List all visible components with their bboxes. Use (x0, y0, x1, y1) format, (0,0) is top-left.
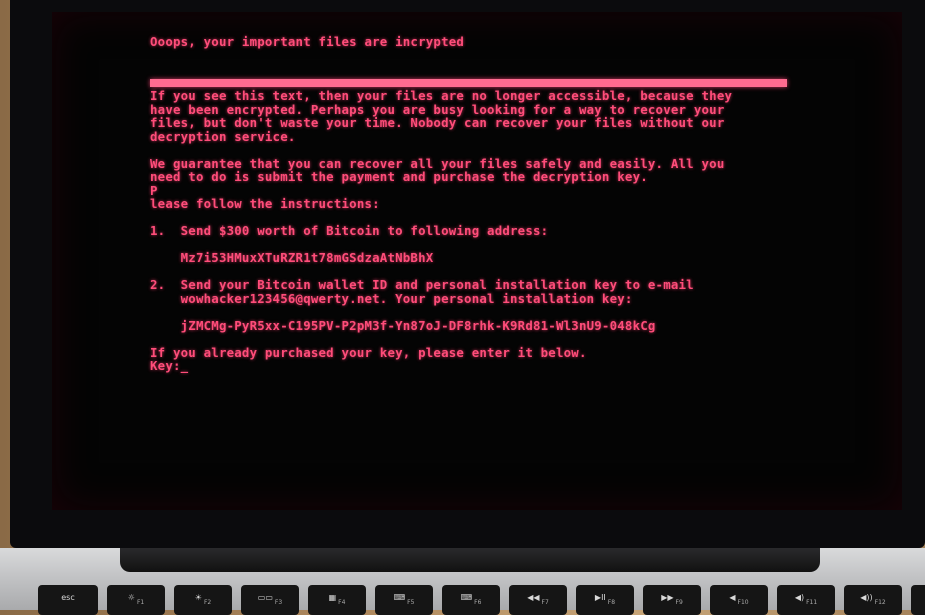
volume-up-key[interactable]: ◀)) F12 (844, 585, 902, 615)
bitcoin-address: Mz7i53HMuxXTuRZR1t78mGSdzaAtNbBhX (150, 250, 434, 265)
power-key[interactable]: ⏻ (911, 585, 925, 615)
mute-key[interactable]: ◀ F10 (710, 585, 768, 615)
paragraph-line: files, but don't waste your time. Nobody… (150, 115, 725, 130)
paragraph-line: decryption service. (150, 128, 296, 144)
esc-key[interactable]: esc (38, 585, 98, 615)
kbd-light-down-key[interactable]: ⌨ F5 (375, 585, 433, 615)
paragraph-line: lease follow the instructions: (150, 196, 380, 211)
mission-control-key[interactable]: ▭▭ F3 (241, 585, 299, 615)
paragraph-line: If you see this text, then your files ar… (150, 88, 733, 103)
text-cursor: _ (180, 358, 189, 373)
paragraph-line: have been encrypted. Perhaps you are bus… (150, 101, 725, 117)
rewind-key[interactable]: ◀◀ F7 (509, 585, 567, 615)
volume-down-key[interactable]: ◀) F11 (777, 585, 835, 615)
brightness-down-key[interactable]: ☼ F1 (107, 585, 165, 615)
ransom-heading: Ooops, your important files are incrypte… (150, 34, 465, 49)
installation-key: jZMCMg-PyR5xx-C195PV-P2pM3f-Yn87oJ-DF8rh… (150, 317, 656, 333)
kbd-light-up-key[interactable]: ⌨ F6 (442, 585, 500, 615)
instruction-step-2: 2. Send your Bitcoin wallet ID and perso… (150, 277, 694, 292)
key-input-line[interactable]: Key:_ (150, 359, 790, 373)
paragraph-line: We guarantee that you can recover all yo… (150, 155, 725, 171)
laptop-hinge (120, 548, 820, 572)
play-pause-key[interactable]: ▶II F8 (576, 585, 634, 615)
fast-forward-key[interactable]: ▶▶ F9 (643, 585, 701, 615)
paragraph-line: P (150, 182, 158, 198)
outro-text: If you already purchased your key, pleas… (150, 344, 587, 360)
instruction-step-1: 1. Send $300 worth of Bitcoin to followi… (150, 223, 549, 238)
launchpad-key[interactable]: ▦ F4 (308, 585, 366, 615)
brightness-up-key[interactable]: ☀ F2 (174, 585, 232, 615)
key-prompt: Key: (150, 358, 181, 373)
divider-bar (150, 79, 787, 87)
paragraph-line: need to do is submit the payment and pur… (150, 169, 648, 184)
instruction-step-2-cont: wowhacker123456@qwerty.net. Your persona… (150, 290, 633, 306)
function-key-row: esc ☼ F1 ☀ F2 ▭▭ F3 ▦ F4 ⌨ F5 ⌨ F6 ◀◀ F7 ▶II F8 … (38, 585, 925, 615)
